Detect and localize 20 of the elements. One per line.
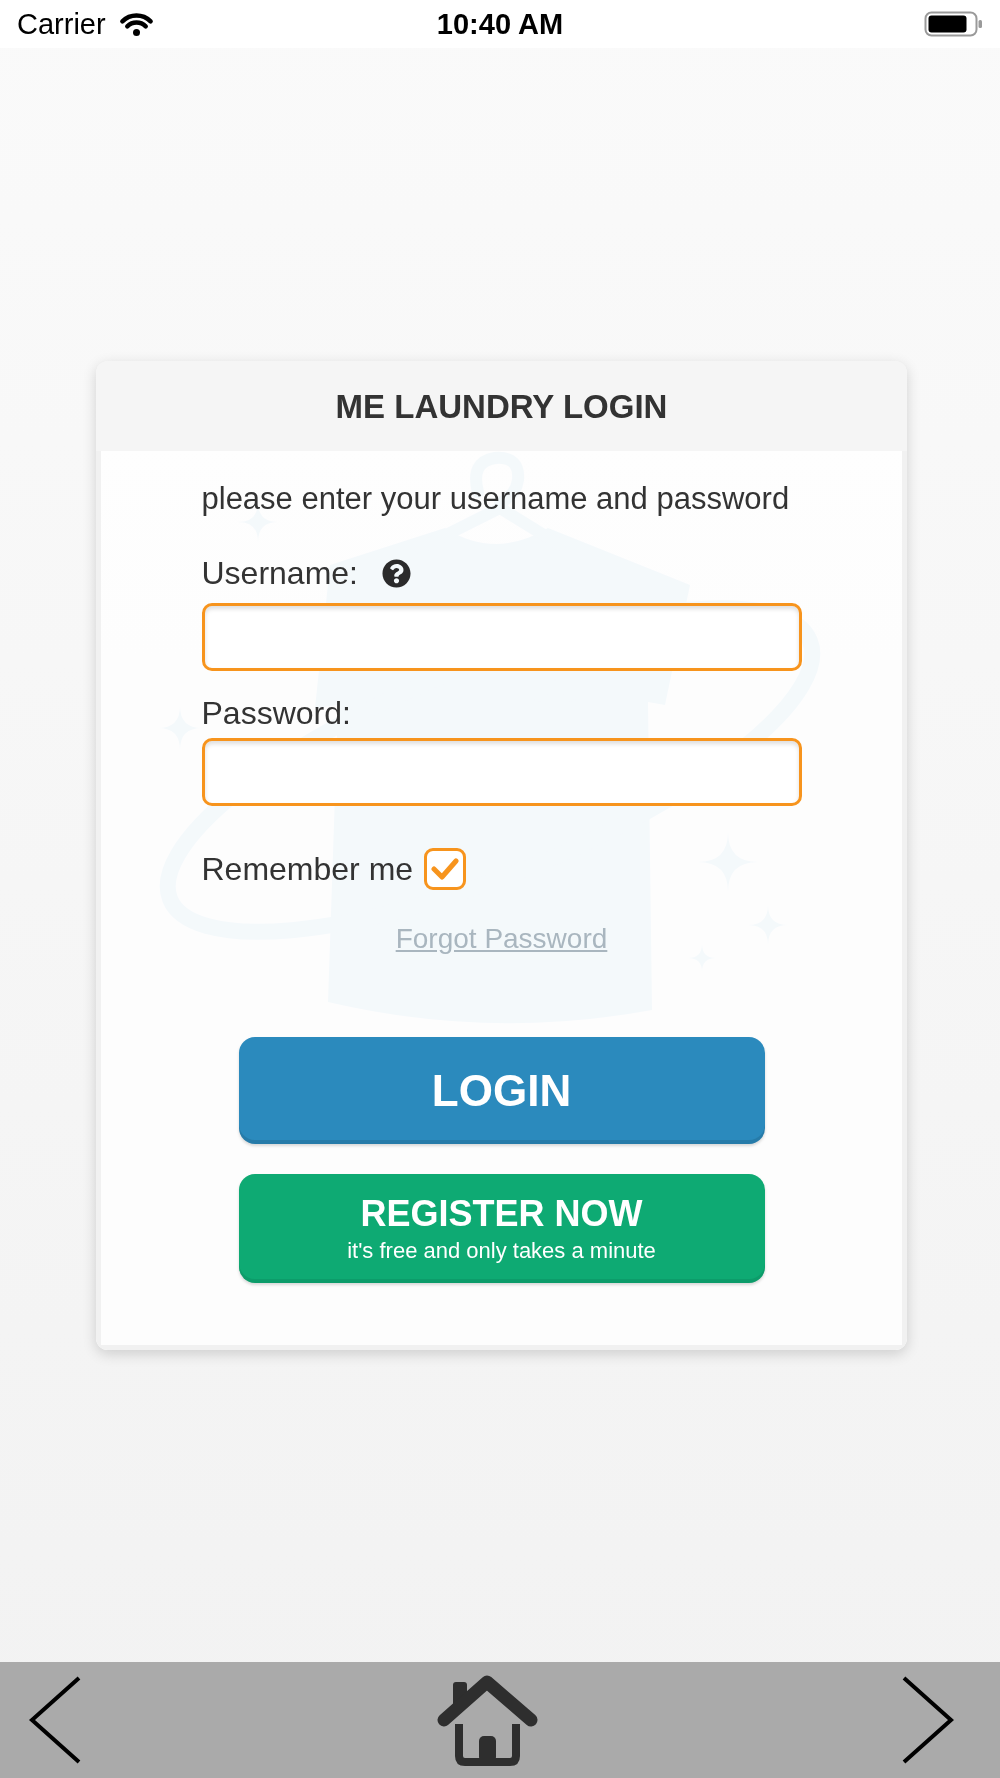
clock-time: 10:40 AM bbox=[436, 9, 564, 39]
login-button[interactable]: LOGIN bbox=[238, 1037, 765, 1144]
register-button[interactable]: REGISTER NOW it's free and only takes a minute bbox=[238, 1174, 765, 1283]
field-label: Password: bbox=[201, 697, 351, 729]
chevron-left-icon[interactable] bbox=[28, 1676, 82, 1764]
wifi-icon bbox=[118, 11, 154, 37]
forgot-password-link[interactable]: Forgot Password bbox=[395, 923, 608, 955]
help-icon[interactable] bbox=[382, 558, 411, 588]
check-icon bbox=[431, 857, 460, 881]
card-title: ME LAUNDRY LOGIN bbox=[335, 389, 668, 423]
input-field[interactable] bbox=[201, 603, 802, 671]
remember-me-checkbox[interactable] bbox=[424, 848, 467, 890]
carrier-label: Carrier bbox=[17, 9, 106, 39]
remember-me-label: Remember me bbox=[201, 853, 414, 885]
home-icon[interactable] bbox=[435, 1674, 540, 1766]
field-label: Username: bbox=[201, 557, 358, 589]
input-field[interactable] bbox=[201, 738, 802, 806]
battery-icon bbox=[924, 11, 983, 37]
chevron-right-icon[interactable] bbox=[901, 1676, 955, 1764]
instruction-text: please enter your username and password bbox=[201, 481, 791, 517]
